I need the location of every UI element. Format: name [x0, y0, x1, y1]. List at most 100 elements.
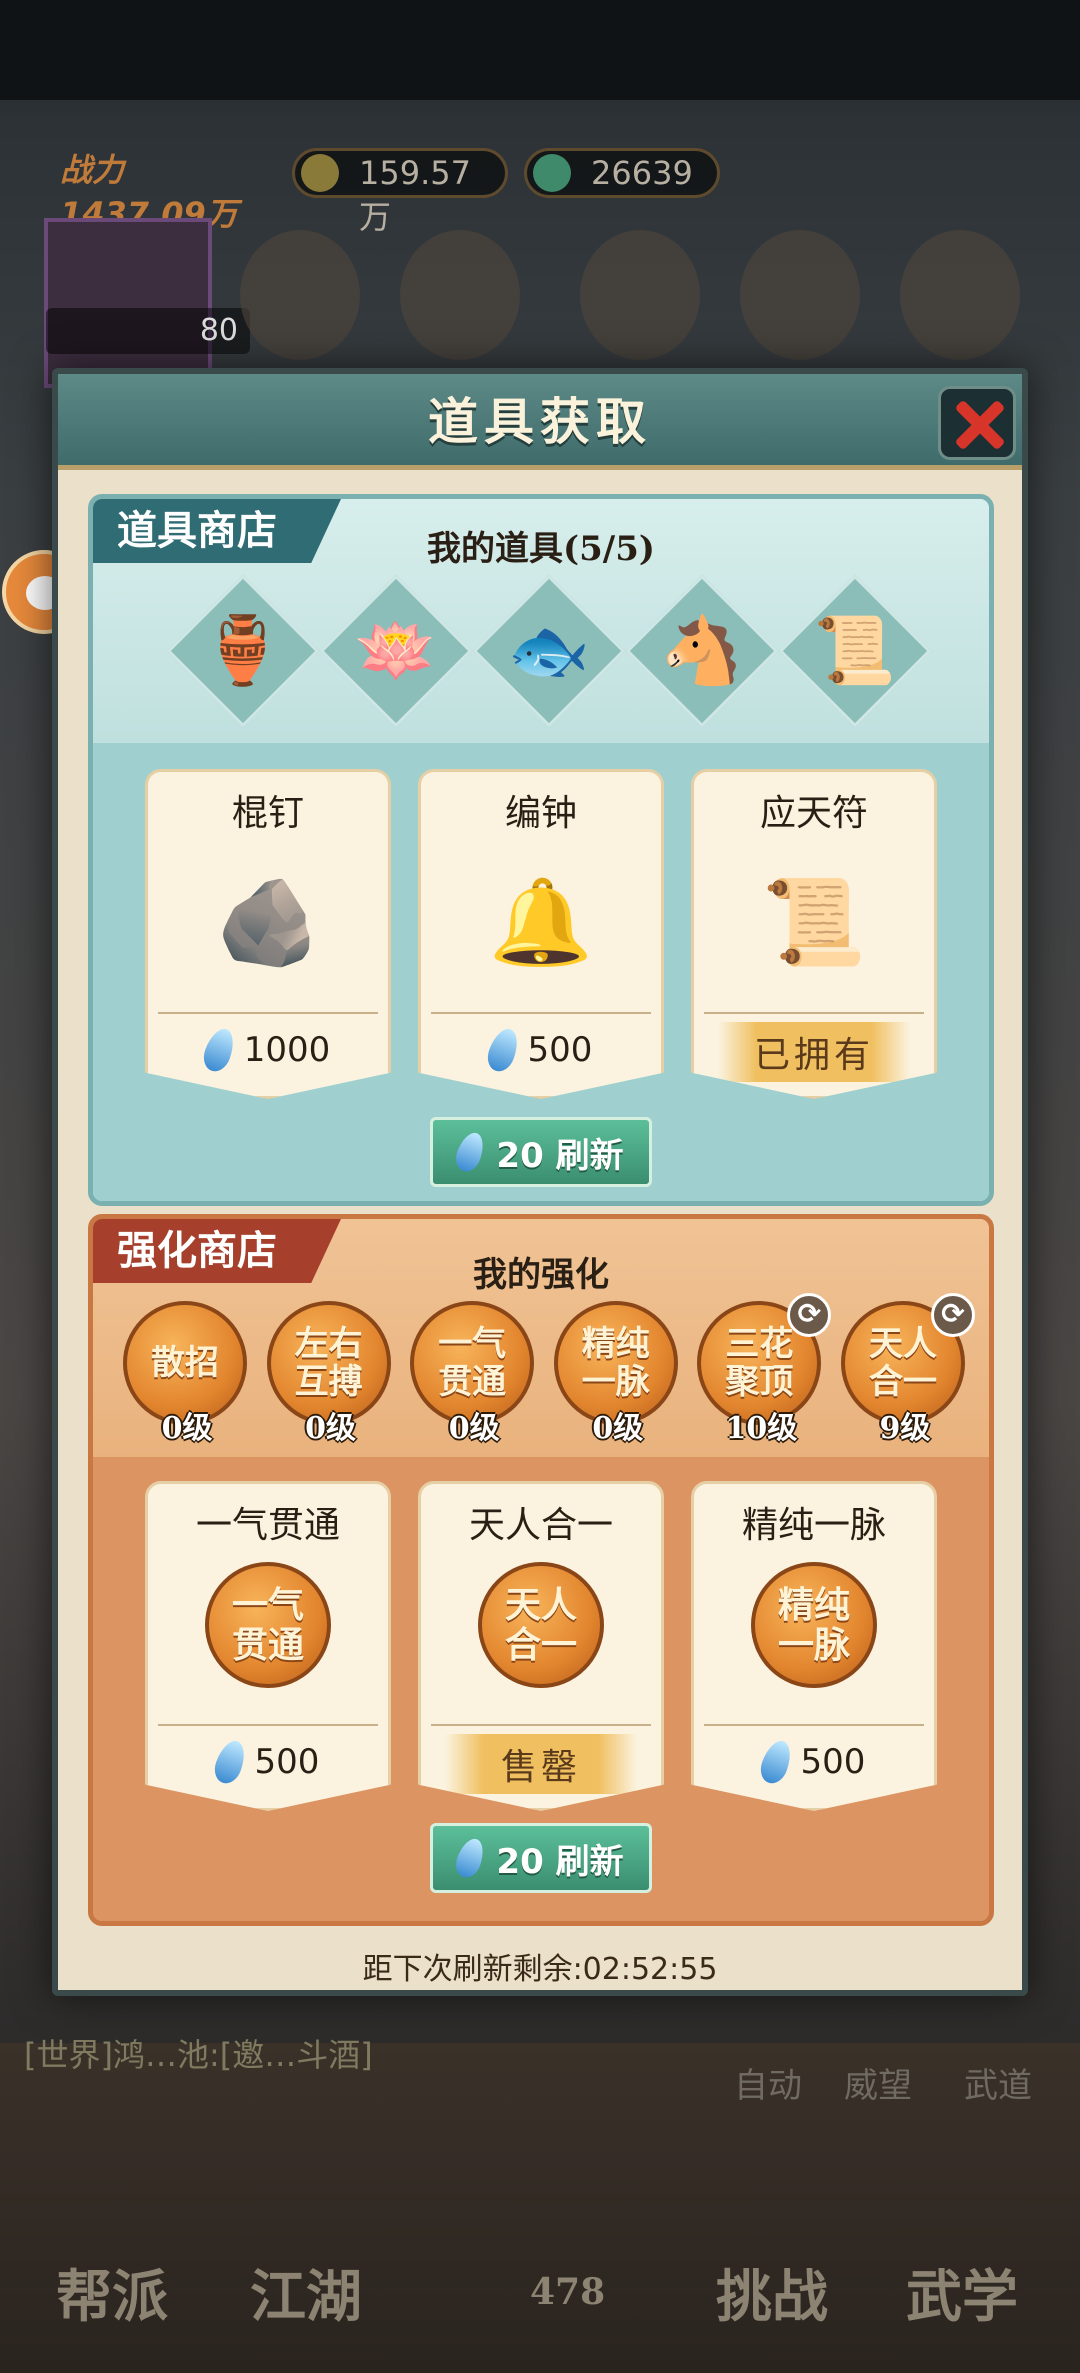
enhance-refresh-button[interactable]: 20 刷新	[430, 1823, 652, 1893]
enhance-level-item[interactable]: 精纯一脉 0级	[553, 1301, 682, 1451]
card-divider	[704, 1724, 924, 1726]
owned-enhance-title: 我的强化	[473, 1255, 609, 1295]
refresh-label: 20 刷新	[496, 1841, 624, 1882]
owned-prop-3[interactable]: 🐟	[472, 574, 626, 728]
enhance-level-item[interactable]: 三花聚顶 10级 ⟳	[697, 1293, 832, 1451]
coin-icon	[301, 154, 339, 192]
refresh-label: 20 刷新	[496, 1135, 624, 1176]
gem-value: 26639	[591, 154, 693, 192]
menu-mail-icon[interactable]	[240, 230, 360, 360]
dialog-title: 道具获取	[428, 392, 652, 451]
status-bar	[0, 0, 1080, 100]
skill-level: 10级	[725, 1411, 798, 1446]
owned-badge: 已拥有	[718, 1022, 910, 1082]
skill-level: 0级	[305, 1411, 357, 1446]
owned-prop-5[interactable]: 📜	[778, 574, 932, 728]
enhance-card-row: 一气贯通 一气贯通 500 天人合一 天人合一 售罄 精纯一脉 精纯一脉 500	[145, 1481, 937, 1811]
skill-level: 0级	[161, 1411, 213, 1446]
jade-icon	[209, 1736, 250, 1788]
enhance-level-row: 散招 0级 左右互搏 0级 一气贯通 0级 精纯一脉 0级 三花聚顶 10级 ⟳ 天人合一 9…	[123, 1293, 975, 1451]
owned-enhance-area: 强化商店 我的强化 散招 0级 左右互搏 0级 一气贯通 0级 精纯一脉 0级 三花聚顶…	[93, 1219, 989, 1457]
card-divider	[158, 1012, 378, 1014]
skill-coin-icon: 一气贯通	[205, 1562, 331, 1688]
close-icon[interactable]	[938, 386, 1016, 460]
skill-level: 0级	[448, 1411, 500, 1446]
menu-treasure-icon[interactable]	[400, 230, 520, 360]
nav-challenge[interactable]: 挑战	[716, 2252, 828, 2333]
nav-martial[interactable]: 武学	[906, 2252, 1018, 2333]
enhance-card-1[interactable]: 一气贯通 一气贯通 500	[145, 1481, 391, 1811]
owned-prop-4[interactable]: 🐴	[625, 574, 779, 728]
refresh-timer: 距下次刷新剩余:02:52:55	[362, 1952, 718, 1987]
coin-pill: 159.57万	[292, 148, 508, 236]
enhance-card-2[interactable]: 天人合一 天人合一 售罄	[418, 1481, 664, 1811]
menu-daily-icon[interactable]	[900, 230, 1020, 360]
player-avatar[interactable]	[44, 218, 212, 388]
fish-icon: 🐟	[507, 612, 591, 689]
nav-jianghu[interactable]: 江湖	[250, 2252, 362, 2333]
refresh-icon[interactable]: ⟳	[930, 1293, 975, 1337]
skill-coin-icon: 天人合一	[478, 1562, 604, 1688]
jade-icon	[755, 1736, 796, 1788]
talisman-icon: 📜	[813, 612, 897, 689]
bottom-nav: 帮派 江湖 挑战 武学 478	[0, 2043, 1080, 2373]
nav-sect[interactable]: 帮派	[56, 2252, 168, 2333]
card-name: 棍钉	[231, 793, 304, 834]
card-divider	[431, 1012, 651, 1014]
price-value: 500	[527, 1030, 593, 1070]
price-value: 500	[800, 1742, 866, 1782]
enhance-shop-panel: 强化商店 我的强化 散招 0级 左右互搏 0级 一气贯通 0级 精纯一脉 0级 三花聚顶…	[88, 1214, 994, 1926]
prop-card-bell[interactable]: 编钟 🔔 500	[418, 769, 664, 1099]
buy-price-button[interactable]: 1000	[148, 1024, 388, 1076]
card-name: 一气贯通	[195, 1505, 340, 1546]
prop-card-club[interactable]: 棍钉 🪨 1000	[145, 769, 391, 1099]
card-divider	[158, 1724, 378, 1726]
censer-icon: 🏺	[201, 612, 285, 689]
lotus-icon: 🪷	[354, 612, 438, 689]
props-card-row: 棍钉 🪨 1000 编钟 🔔 500 应天符 📜 已拥有	[145, 769, 937, 1099]
props-shop-panel: 道具商店 我的道具(5/5) 🏺 🪷 🐟 🐴 📜 棍钉 🪨 1000 编钟 🔔	[88, 494, 994, 1206]
owned-props-row: 🏺 🪷 🐟 🐴 📜	[166, 574, 932, 728]
owned-prop-1[interactable]: 🏺	[166, 574, 320, 728]
card-divider	[704, 1012, 924, 1014]
prestige-button[interactable]: 威望	[844, 2058, 912, 2107]
sold-out-badge: 售罄	[445, 1734, 637, 1794]
gem-pill: 26639	[524, 148, 720, 198]
enhance-level-item[interactable]: 一气贯通 0级	[410, 1301, 538, 1451]
auto-button[interactable]: 自动	[734, 2058, 802, 2107]
prop-card-talisman[interactable]: 应天符 📜 已拥有	[691, 769, 937, 1099]
jade-icon	[198, 1024, 239, 1076]
owned-props-title: 我的道具(5/5)	[427, 529, 655, 569]
buy-price-button[interactable]: 500	[148, 1736, 388, 1788]
energy-display: 80	[46, 308, 250, 354]
owned-prop-2[interactable]: 🪷	[319, 574, 473, 728]
power-display: 战力1437.09万	[60, 151, 238, 233]
menu-gift-icon[interactable]	[580, 230, 700, 360]
refresh-icon[interactable]: ⟳	[787, 1293, 832, 1337]
dialog-header: 道具获取	[58, 374, 1022, 470]
props-refresh-button[interactable]: 20 刷新	[430, 1117, 652, 1187]
enhance-level-item[interactable]: 左右互搏 0级	[266, 1301, 395, 1451]
bun-count: 478	[530, 2271, 606, 2313]
skill-coin-icon: 精纯一脉	[751, 1562, 877, 1688]
skill-level: 0级	[592, 1411, 644, 1446]
price-value: 500	[254, 1742, 320, 1782]
spiked-club-icon: 🪨	[215, 873, 321, 971]
jade-icon	[452, 1129, 489, 1175]
martial-path-button[interactable]: 武道	[964, 2058, 1032, 2107]
skill-level: 9级	[879, 1411, 931, 1446]
item-acquire-dialog: 道具获取 道具商店 我的道具(5/5) 🏺 🪷 🐟 🐴 📜 棍钉 🪨 1000	[52, 368, 1028, 1996]
enhance-level-item[interactable]: 天人合一 9级 ⟳	[840, 1293, 975, 1451]
owned-props-area: 道具商店 我的道具(5/5) 🏺 🪷 🐟 🐴 📜	[93, 499, 989, 743]
enhance-card-3[interactable]: 精纯一脉 精纯一脉 500	[691, 1481, 937, 1811]
buy-price-button[interactable]: 500	[694, 1736, 934, 1788]
talisman-icon: 📜	[761, 873, 867, 971]
world-chat[interactable]: [世界]鸿…池:[邀…斗酒]	[24, 2030, 373, 2076]
buy-price-button[interactable]: 500	[421, 1024, 661, 1076]
card-name: 编钟	[504, 793, 577, 834]
coin-value: 159.57万	[359, 154, 471, 236]
enhance-level-item[interactable]: 散招 0级	[123, 1301, 251, 1451]
menu-deal-icon[interactable]	[740, 230, 860, 360]
jade-icon	[482, 1024, 523, 1076]
jade-icon	[452, 1835, 489, 1881]
